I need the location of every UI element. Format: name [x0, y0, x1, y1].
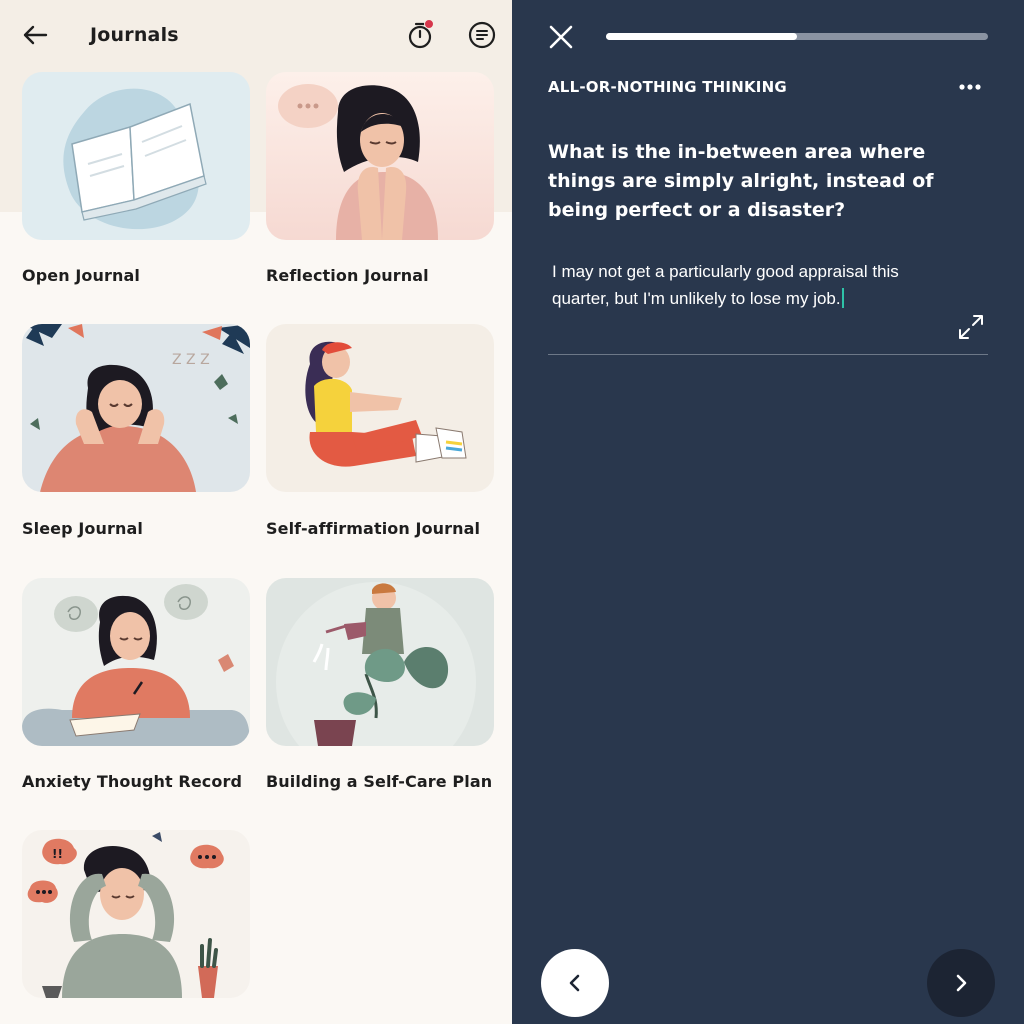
card-label[interactable]: Anxiety Thought Record — [22, 772, 242, 791]
list-menu-icon[interactable] — [467, 20, 497, 50]
progress-bar — [606, 33, 988, 40]
exercise-screen: ALL-OR-NOTHING THINKING What is the in-b… — [512, 0, 1024, 1024]
journal-card-sleep[interactable]: Z Z Z — [22, 324, 250, 492]
journal-card-anxiety[interactable] — [22, 578, 250, 746]
notification-dot — [424, 19, 434, 29]
sitting-woman-illustration-icon — [266, 324, 494, 492]
open-book-illustration-icon — [22, 72, 250, 240]
journal-card-stress[interactable]: !! — [22, 830, 250, 998]
answer-textarea[interactable]: I may not get a particularly good apprai… — [552, 258, 942, 312]
answer-text: I may not get a particularly good apprai… — [552, 262, 899, 308]
text-caret — [841, 288, 844, 308]
next-button[interactable] — [927, 949, 995, 1017]
card-label[interactable]: Sleep Journal — [22, 519, 143, 538]
chevron-left-icon — [569, 974, 580, 992]
card-label[interactable]: Open Journal — [22, 266, 140, 285]
journals-screen: Journals Open Journal Reflection Journal… — [0, 0, 512, 1024]
expand-icon[interactable] — [956, 312, 986, 342]
page-title: Journals — [90, 24, 179, 46]
svg-text:!!: !! — [52, 847, 63, 861]
card-label[interactable]: Building a Self-Care Plan — [266, 772, 492, 791]
card-label[interactable]: Self-affirmation Journal — [266, 519, 480, 538]
progress-bar-fill — [606, 33, 797, 40]
journal-card-open[interactable] — [22, 72, 250, 240]
journal-card-self-care-plan[interactable] — [266, 578, 494, 746]
answer-underline — [548, 354, 988, 355]
thinking-woman-illustration-icon — [266, 72, 494, 240]
more-icon[interactable] — [956, 76, 984, 98]
question-text: What is the in-between area where things… — [548, 141, 934, 221]
journal-card-self-affirmation[interactable] — [266, 324, 494, 492]
card-label[interactable]: Reflection Journal — [266, 266, 429, 285]
stressed-man-illustration-icon: !! — [22, 830, 250, 998]
journal-card-reflection[interactable] — [266, 72, 494, 240]
section-title: ALL-OR-NOTHING THINKING — [548, 78, 787, 96]
back-arrow-icon[interactable] — [20, 20, 50, 50]
sleeping-woman-illustration-icon: Z Z Z — [22, 324, 250, 492]
journals-header: Journals — [0, 0, 512, 70]
previous-button[interactable] — [541, 949, 609, 1017]
close-icon[interactable] — [546, 22, 576, 52]
svg-text:Z Z Z: Z Z Z — [172, 352, 210, 368]
watering-plant-illustration-icon — [266, 578, 494, 746]
writing-woman-illustration-icon — [22, 578, 250, 746]
chevron-right-icon — [956, 974, 967, 992]
